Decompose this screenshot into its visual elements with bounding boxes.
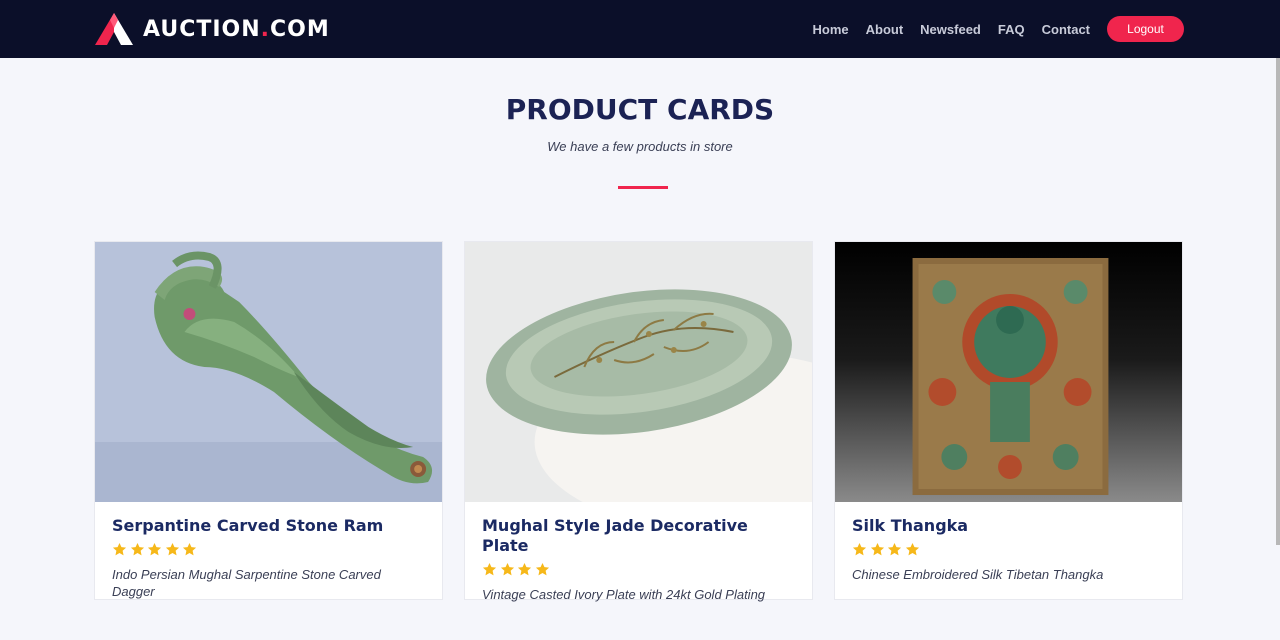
rating-stars	[852, 542, 1165, 558]
star-icon	[500, 562, 514, 576]
product-image-jade-plate[interactable]	[465, 242, 812, 502]
product-title[interactable]: Silk Thangka	[852, 516, 1165, 536]
navbar: AUCTION.COM Home About Newsfeed FAQ Cont…	[0, 0, 1280, 58]
nav-about[interactable]: About	[866, 22, 904, 37]
product-card[interactable]: Mughal Style Jade Decorative Plate Vinta…	[464, 241, 813, 602]
rating-stars	[482, 562, 795, 578]
star-icon	[517, 562, 532, 576]
scrollbar-thumb[interactable]	[1276, 58, 1280, 545]
product-image-stone-ram[interactable]	[95, 242, 442, 502]
product-card[interactable]: Serpantine Carved Stone Ram Indo Persian…	[94, 241, 443, 600]
section-divider	[618, 186, 668, 189]
main-nav: Home About Newsfeed FAQ Contact Logout	[813, 16, 1184, 42]
brand-name: AUCTION.COM	[143, 16, 330, 42]
rating-stars	[112, 542, 425, 558]
star-icon	[182, 542, 197, 556]
auction-logo-icon	[95, 13, 133, 45]
product-card[interactable]: Silk Thangka Chinese Embroidered Silk Ti…	[834, 241, 1183, 600]
logout-button[interactable]: Logout	[1107, 16, 1184, 42]
star-icon	[112, 542, 127, 556]
product-image-silk-thangka[interactable]	[835, 242, 1182, 502]
product-description: Chinese Embroidered Silk Tibetan Thangka	[852, 567, 1104, 582]
nav-newsfeed[interactable]: Newsfeed	[920, 22, 981, 37]
star-icon	[130, 542, 144, 556]
star-icon	[852, 542, 867, 556]
product-title[interactable]: Mughal Style Jade Decorative Plate	[482, 516, 795, 556]
star-icon	[870, 542, 884, 556]
star-icon	[535, 562, 549, 576]
product-description: Indo Persian Mughal Sarpentine Stone Car…	[112, 567, 381, 599]
nav-faq[interactable]: FAQ	[998, 22, 1025, 37]
brand[interactable]: AUCTION.COM	[94, 12, 330, 46]
nav-contact[interactable]: Contact	[1042, 22, 1090, 37]
product-description: Vintage Casted Ivory Plate with 24kt Gol…	[482, 587, 766, 602]
nav-home[interactable]: Home	[813, 22, 849, 37]
star-icon	[482, 562, 497, 576]
star-icon	[147, 542, 162, 556]
product-title[interactable]: Serpantine Carved Stone Ram	[112, 516, 425, 536]
star-icon	[165, 542, 179, 556]
star-icon	[905, 542, 919, 556]
star-icon	[887, 542, 902, 556]
section-subtitle: We have a few products in store	[547, 139, 733, 154]
section-title: PRODUCT CARDS	[505, 93, 775, 126]
